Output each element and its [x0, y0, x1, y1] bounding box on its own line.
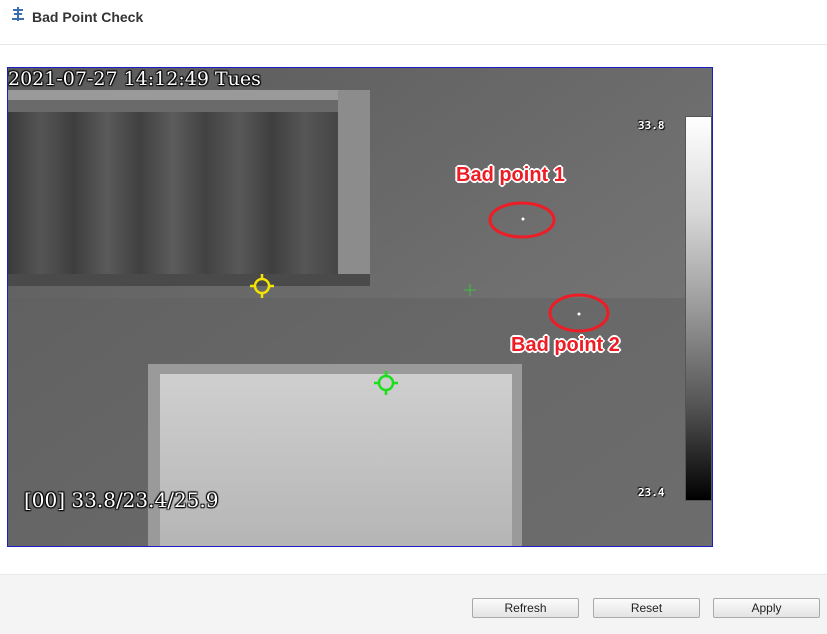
colorbar-min-label: 23.4 — [638, 486, 665, 499]
thermal-video-view[interactable]: 2021-07-27 14:12:49 Tues [00] 33.8/23.4/… — [7, 67, 713, 547]
osd-temperature-readout: [00] 33.8/23.4/25.9 — [24, 488, 219, 512]
reset-button[interactable]: Reset — [593, 598, 700, 618]
bad-point-1-label: Bad point 1 — [456, 164, 565, 186]
osd-datetime: 2021-07-27 14:12:49 Tues — [8, 68, 261, 90]
page-header: Bad Point Check — [0, 0, 827, 45]
settings-wrench-icon — [12, 7, 24, 21]
bad-point-2-label: Bad point 2 — [511, 334, 620, 356]
apply-button[interactable]: Apply — [713, 598, 820, 618]
colorbar-max-label: 33.8 — [638, 119, 665, 132]
refresh-button[interactable]: Refresh — [472, 598, 579, 618]
thermal-image — [8, 68, 712, 546]
temperature-colorbar — [685, 116, 712, 501]
action-bar — [0, 574, 827, 634]
page-title: Bad Point Check — [32, 9, 144, 25]
